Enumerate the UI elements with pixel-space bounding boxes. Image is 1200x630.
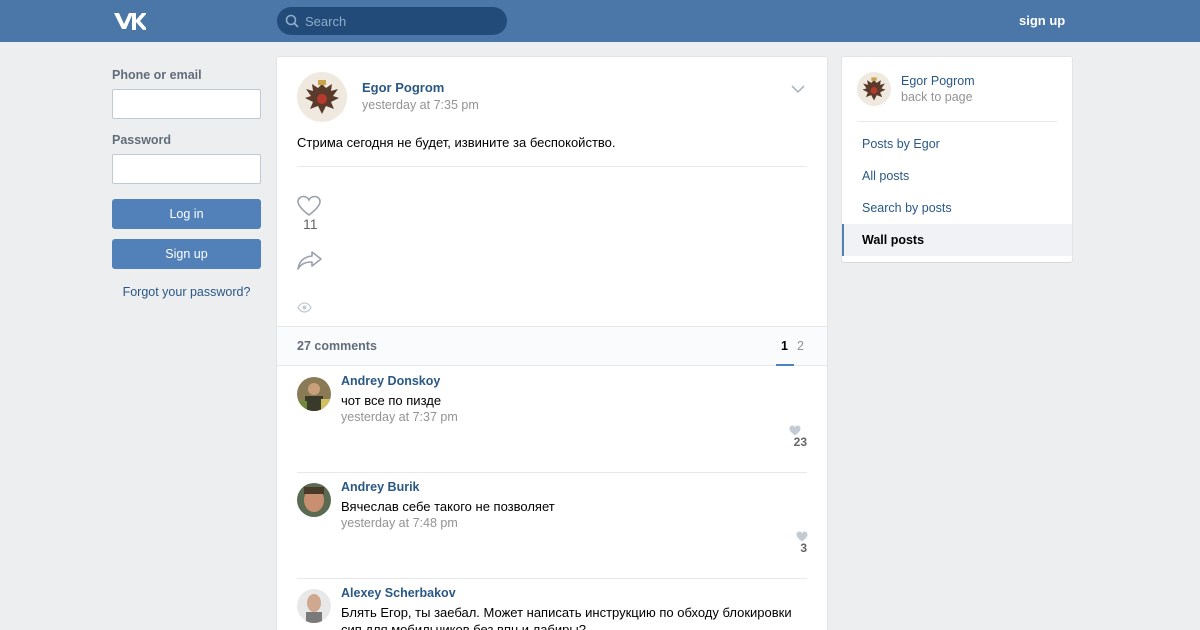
search-box[interactable] [277,7,507,35]
back-to-page-link[interactable]: back to page [901,90,973,104]
post-like-count: 11 [303,216,318,232]
divider [297,578,807,579]
active-page-indicator [776,364,794,366]
password-field[interactable] [112,154,261,184]
comment-text: Блять Егор, ты заебал. Может написать ин… [341,605,792,630]
divider [297,166,807,167]
eagle-emblem-icon [857,72,891,106]
phone-label: Phone or email [112,68,202,82]
comments-page-2[interactable]: 2 [797,339,804,353]
eagle-emblem-icon [297,72,347,122]
comments-page-1[interactable]: 1 [781,339,788,353]
post-author-name[interactable]: Egor Pogrom [362,80,444,95]
avatar[interactable] [297,377,331,411]
top-bar: sign up [0,0,1200,42]
password-label: Password [112,133,172,147]
sidebar-item-wall-posts[interactable]: Wall posts [842,224,1072,256]
header-signup-link[interactable]: sign up [1019,13,1065,28]
sidebar-item-all-posts[interactable]: All posts [842,160,1072,192]
sidebar-profile-name[interactable]: Egor Pogrom [901,74,975,88]
vk-logo-icon[interactable] [112,9,146,33]
post-author-avatar[interactable] [297,72,347,122]
sidebar-item-search-by-posts[interactable]: Search by posts [842,192,1072,224]
search-input[interactable] [305,7,500,35]
comment-like-count: 23 [793,435,807,449]
comment-author[interactable]: Andrey Donskoy [341,374,440,388]
eye-icon [297,302,312,313]
comment-text: чот все по пизде [341,393,442,408]
post-card: Egor Pogrom yesterday at 7:35 pm Стрима … [277,57,827,630]
search-icon [285,14,299,28]
avatar[interactable] [297,589,331,623]
signup-button[interactable]: Sign up [112,239,261,269]
login-button[interactable]: Log in [112,199,261,229]
avatar[interactable] [857,72,891,106]
login-form: Phone or email Password Log in Sign up F… [112,68,261,299]
user-photo-icon [297,483,331,517]
comment-author[interactable]: Alexey Scherbakov [341,586,456,600]
user-photo-icon [297,589,331,623]
user-photo-icon [297,377,331,411]
comments-count: 27 comments [297,339,377,353]
sidebar-item-posts-by-egor[interactable]: Posts by Egor [842,128,1072,160]
wall-navigation-card: Egor Pogrom back to page Posts by Egor A… [842,57,1072,262]
comment-date[interactable]: yesterday at 7:37 pm [341,410,458,424]
forgot-password-link[interactable]: Forgot your password? [112,285,261,299]
comments-header: 27 comments 1 2 [277,326,827,366]
heart-icon[interactable] [297,195,321,217]
avatar[interactable] [297,483,331,517]
post-text: Стрима сегодня не будет, извините за бес… [297,135,616,150]
comment-date[interactable]: yesterday at 7:48 pm [341,516,458,530]
comment-like-count: 3 [800,541,807,555]
comment-author[interactable]: Andrey Burik [341,480,420,494]
chevron-down-icon[interactable] [790,83,806,95]
post-date[interactable]: yesterday at 7:35 pm [362,98,479,112]
divider [297,472,807,473]
phone-email-field[interactable] [112,89,261,119]
comment-text: Вячеслав себе такого не позволяет [341,499,555,514]
share-arrow-icon[interactable] [297,249,323,271]
divider [857,121,1057,122]
